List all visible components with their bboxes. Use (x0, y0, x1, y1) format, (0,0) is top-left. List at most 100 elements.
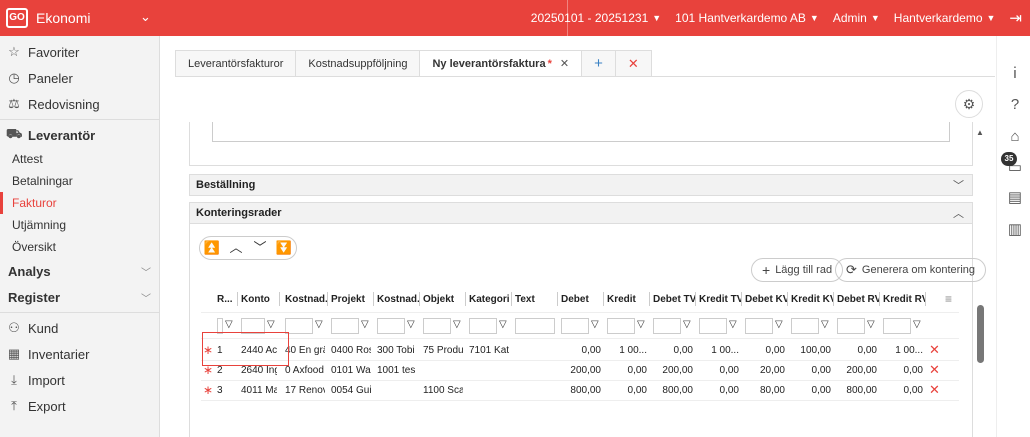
sidebar-group-register[interactable]: Register ﹀ (0, 284, 159, 310)
move-first-icon[interactable]: ⏫ (200, 237, 224, 259)
grid-cell[interactable]: 20,00 (745, 360, 785, 380)
filter-input[interactable] (837, 318, 865, 334)
sidebar-subitem-attest[interactable]: Attest (0, 148, 159, 170)
grid-cell[interactable]: 200,00 (653, 360, 693, 380)
grid-cell[interactable]: 0101 Wa (331, 360, 371, 380)
chevron-down-icon[interactable]: ⌄ (140, 9, 151, 25)
column-header[interactable]: Debet RV (837, 288, 879, 310)
filter-icon[interactable]: ▽ (499, 319, 507, 330)
grid-cell[interactable]: 1001 tes (377, 360, 417, 380)
column-header[interactable]: Projekt (331, 288, 373, 310)
sidebar-subitem-oversikt[interactable]: Översikt (0, 236, 159, 258)
close-tab-icon[interactable]: ✕ (560, 57, 569, 70)
role-selector[interactable]: Admin ▼ (833, 11, 880, 25)
grid-cell[interactable]: 1 00... (699, 340, 739, 360)
delete-row-icon[interactable]: ✕ (929, 360, 940, 380)
grid-cell[interactable]: 200,00 (561, 360, 601, 380)
grid-cell[interactable]: 0,00 (699, 360, 739, 380)
grid-cell[interactable]: 0,00 (883, 380, 923, 400)
column-header[interactable]: Konto (241, 288, 279, 310)
grid-cell[interactable]: 1100 Sca (423, 380, 463, 400)
column-header[interactable]: Text (515, 288, 557, 310)
filter-input[interactable] (561, 318, 589, 334)
period-selector[interactable]: 20250101 - 20251231 ▼ (531, 11, 661, 25)
section-header-bestallning[interactable]: Beställning ﹀ (189, 174, 973, 196)
grid-cell[interactable]: 40 En grä (285, 340, 325, 360)
grid-cell[interactable] (423, 360, 463, 380)
tab-leverantorsfakturor[interactable]: Leverantörsfakturor (175, 50, 297, 76)
pdf-icon[interactable]: ▤ (1007, 188, 1023, 206)
filter-input[interactable] (377, 318, 405, 334)
grid-cell[interactable]: 0,00 (791, 380, 831, 400)
grid-cell[interactable] (515, 360, 555, 380)
column-header[interactable]: Debet KV (745, 288, 787, 310)
grid-cell[interactable]: 0,00 (791, 360, 831, 380)
column-header[interactable]: Kategori (469, 288, 511, 310)
sidebar-item-import[interactable]: ⤓ Import (0, 367, 159, 393)
sidebar-item-favoriter[interactable]: ☆ Favoriter (0, 39, 159, 65)
filter-input[interactable] (469, 318, 497, 334)
grid-cell[interactable]: 300 Tobi (377, 340, 417, 360)
user-menu[interactable]: Hantverkardemo ▼ (894, 11, 996, 25)
grid-cell[interactable] (515, 340, 555, 360)
column-header[interactable]: Debet (561, 288, 603, 310)
column-header[interactable]: Kredit RV (883, 288, 925, 310)
move-down-icon[interactable]: ﹀ (248, 237, 272, 259)
move-up-icon[interactable]: ︿ (224, 237, 248, 259)
help-icon[interactable]: ? (1007, 96, 1023, 113)
document-icon[interactable]: ▥ (1007, 220, 1023, 238)
grid-cell[interactable] (377, 380, 417, 400)
grid-cell[interactable]: 0,00 (561, 340, 601, 360)
grid-cell[interactable]: 4011 Ma (241, 380, 277, 400)
sidebar-subitem-utjamning[interactable]: Utjämning (0, 214, 159, 236)
grid-cell[interactable]: 800,00 (653, 380, 693, 400)
scrollbar[interactable] (977, 305, 984, 363)
filter-icon[interactable]: ▽ (315, 319, 323, 330)
filter-icon[interactable]: ▽ (591, 319, 599, 330)
logout-icon[interactable]: ⇥ (1009, 9, 1022, 27)
sidebar-item-paneler[interactable]: ◷ Paneler (0, 65, 159, 91)
move-last-icon[interactable]: ⏬ (272, 237, 296, 259)
filter-icon[interactable]: ▽ (729, 319, 737, 330)
filter-icon[interactable]: ▽ (637, 319, 645, 330)
filter-input[interactable] (883, 318, 911, 334)
grid-cell[interactable]: 0,00 (607, 380, 647, 400)
gear-icon[interactable]: ⚙ (955, 90, 983, 118)
app-title[interactable]: Ekonomi (36, 10, 90, 26)
sidebar-group-analys[interactable]: Analys ﹀ (0, 258, 159, 284)
grid-cell[interactable]: 0054 Gui (331, 380, 371, 400)
grid-cell[interactable]: 75 Produ (423, 340, 463, 360)
column-header[interactable]: Kostnad... (377, 288, 419, 310)
column-header[interactable]: Kredit TV (699, 288, 741, 310)
grid-cell[interactable]: 0,00 (745, 340, 785, 360)
sidebar-subitem-betalningar[interactable]: Betalningar (0, 170, 159, 192)
tab-ny-leverantorsfaktura[interactable]: Ny leverantörsfaktura * ✕ (419, 50, 583, 76)
sidebar-subitem-fakturor[interactable]: Fakturor (0, 192, 159, 214)
filter-input[interactable] (699, 318, 727, 334)
column-header[interactable]: Kostnad... (285, 288, 327, 310)
grid-cell[interactable]: 0,00 (837, 340, 877, 360)
filter-icon[interactable]: ▽ (683, 319, 691, 330)
filter-icon[interactable]: ▽ (407, 319, 415, 330)
column-header[interactable]: Debet TV (653, 288, 695, 310)
grid-cell[interactable] (469, 360, 509, 380)
filter-icon[interactable]: ▽ (453, 319, 461, 330)
sidebar-section-leverantor[interactable]: ⛟ Leverantör (0, 122, 159, 148)
filter-icon[interactable]: ▽ (225, 319, 233, 330)
grid-cell[interactable]: 7101 Kat (469, 340, 509, 360)
grid-cell[interactable]: 3 (217, 380, 235, 400)
filter-input[interactable] (285, 318, 313, 334)
regenerate-button[interactable]: ⟳ Generera om kontering (835, 258, 987, 282)
column-menu-icon[interactable]: ≡ (945, 288, 952, 310)
filter-input[interactable] (653, 318, 681, 334)
grid-cell[interactable]: 200,00 (837, 360, 877, 380)
filter-input[interactable] (423, 318, 451, 334)
close-all-tabs-button[interactable]: ✕ (614, 50, 652, 76)
sidebar-item-kund[interactable]: ⚇ Kund (0, 315, 159, 341)
filter-icon[interactable]: ▽ (821, 319, 829, 330)
sidebar-item-redovisning[interactable]: ⚖ Redovisning (0, 91, 159, 117)
grid-cell[interactable]: 0,00 (607, 360, 647, 380)
text-field[interactable] (212, 122, 950, 142)
filter-input[interactable] (791, 318, 819, 334)
grid-cell[interactable]: 1 00... (607, 340, 647, 360)
